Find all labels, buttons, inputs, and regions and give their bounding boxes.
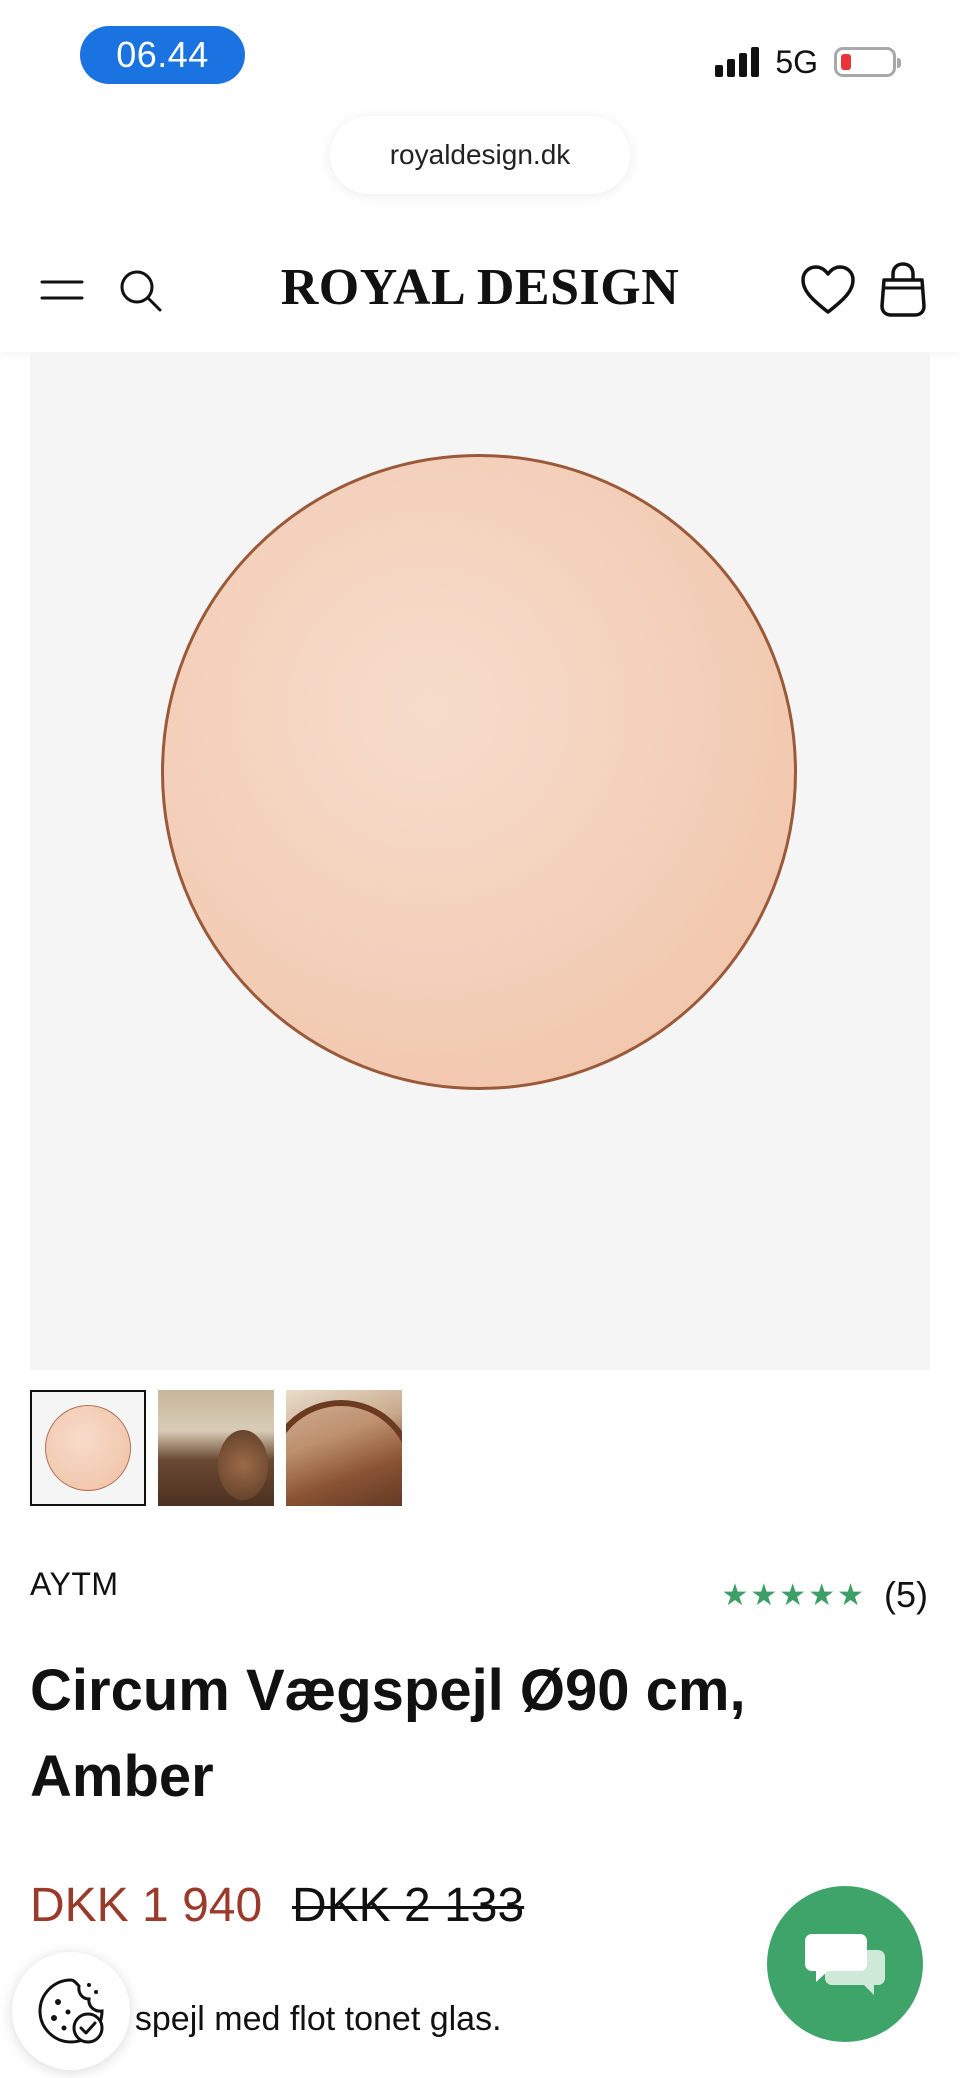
thumbnail-mirror-graphic [45, 1405, 131, 1491]
product-brand[interactable]: AYTM [30, 1566, 119, 1603]
chat-button[interactable] [767, 1886, 923, 2042]
thumbnail-strip [30, 1390, 402, 1506]
address-bar[interactable]: royaldesign.dk [330, 116, 630, 194]
product-title: Circum Vægspejl Ø90 cm, Amber [30, 1658, 746, 1809]
cookie-settings-icon [38, 1978, 104, 2044]
status-indicators: 5G [715, 42, 901, 82]
network-label: 5G [775, 43, 818, 80]
thumbnail-mirror-detail[interactable] [286, 1390, 402, 1506]
signal-icon [715, 47, 760, 77]
battery-icon [834, 47, 901, 77]
battery-level [841, 54, 851, 70]
address-bar-url: royaldesign.dk [389, 139, 571, 170]
thumbnail-room-graphic [218, 1430, 268, 1500]
mirror-image [161, 454, 797, 1090]
status-time: 06.44 [80, 26, 245, 84]
cookie-settings-button[interactable] [12, 1952, 130, 2070]
thumbnail-mirror-front[interactable] [30, 1390, 146, 1506]
price-current: DKK 1 940 [30, 1879, 263, 1932]
product-image[interactable] [30, 352, 930, 1370]
product-rating[interactable]: ★★★★★ (5) [722, 1574, 928, 1616]
shopping-bag-icon[interactable] [878, 260, 928, 318]
chat-bubbles-icon [805, 1934, 885, 1995]
heart-icon[interactable] [800, 264, 856, 316]
site-header: ROYAL DESIGN [0, 230, 960, 352]
rating-stars: ★★★★★ [721, 1578, 866, 1612]
thumbnail-room-scene[interactable] [158, 1390, 274, 1506]
review-count: (5) [884, 1574, 928, 1615]
status-bar: 06.44 5G [0, 0, 960, 110]
price-original: DKK 2 133 [292, 1879, 525, 1932]
description-text: t spejl med flot tonet glas. [116, 2000, 502, 2038]
thumbnail-detail-graphic [286, 1400, 402, 1506]
